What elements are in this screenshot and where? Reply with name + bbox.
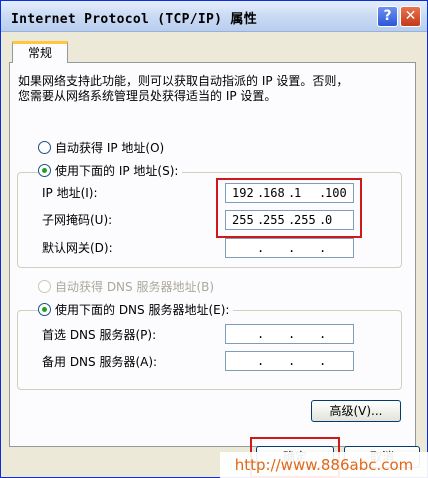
- tab-general[interactable]: 常规: [12, 41, 68, 63]
- title-bar[interactable]: Internet Protocol (TCP/IP) 属性 ? ✕: [1, 1, 427, 32]
- radio-selected-icon: [38, 303, 51, 316]
- ip-address-label: IP 地址(I):: [42, 186, 98, 200]
- radio-selected-icon: [38, 164, 51, 177]
- alternate-dns-label: 备用 DNS 服务器(A):: [42, 355, 158, 369]
- ip-fields-highlight: [216, 178, 362, 238]
- default-gateway-label: 默认网关(D):: [42, 241, 113, 255]
- auto-ip-radio[interactable]: 自动获得 IP 地址(O): [38, 140, 169, 156]
- manual-ip-radio[interactable]: 使用下面的 IP 地址(S):: [38, 163, 183, 179]
- help-icon[interactable]: ?: [377, 6, 398, 27]
- watermark-text: http://www.886abc.com: [220, 452, 428, 478]
- advanced-button[interactable]: 高级(V)...: [311, 400, 401, 422]
- preferred-dns-input[interactable]: . . .: [225, 324, 354, 344]
- auto-dns-radio[interactable]: 自动获得 DNS 服务器地址(B): [38, 279, 219, 295]
- dns-server-group: [17, 310, 402, 390]
- manual-dns-radio[interactable]: 使用下面的 DNS 服务器地址(E):: [38, 302, 234, 318]
- radio-icon: [38, 141, 51, 154]
- window-title: Internet Protocol (TCP/IP) 属性: [11, 12, 258, 27]
- default-gateway-input[interactable]: . . .: [225, 238, 354, 258]
- radio-icon: [38, 280, 51, 293]
- subnet-mask-label: 子网掩码(U):: [42, 213, 113, 227]
- description-text: 如果网络支持此功能，则可以获取自动指派的 IP 设置。否则， 您需要从网络系统管…: [18, 74, 349, 103]
- alternate-dns-input[interactable]: . . .: [225, 351, 354, 371]
- close-icon[interactable]: ✕: [400, 6, 421, 27]
- preferred-dns-label: 首选 DNS 服务器(P):: [42, 328, 157, 342]
